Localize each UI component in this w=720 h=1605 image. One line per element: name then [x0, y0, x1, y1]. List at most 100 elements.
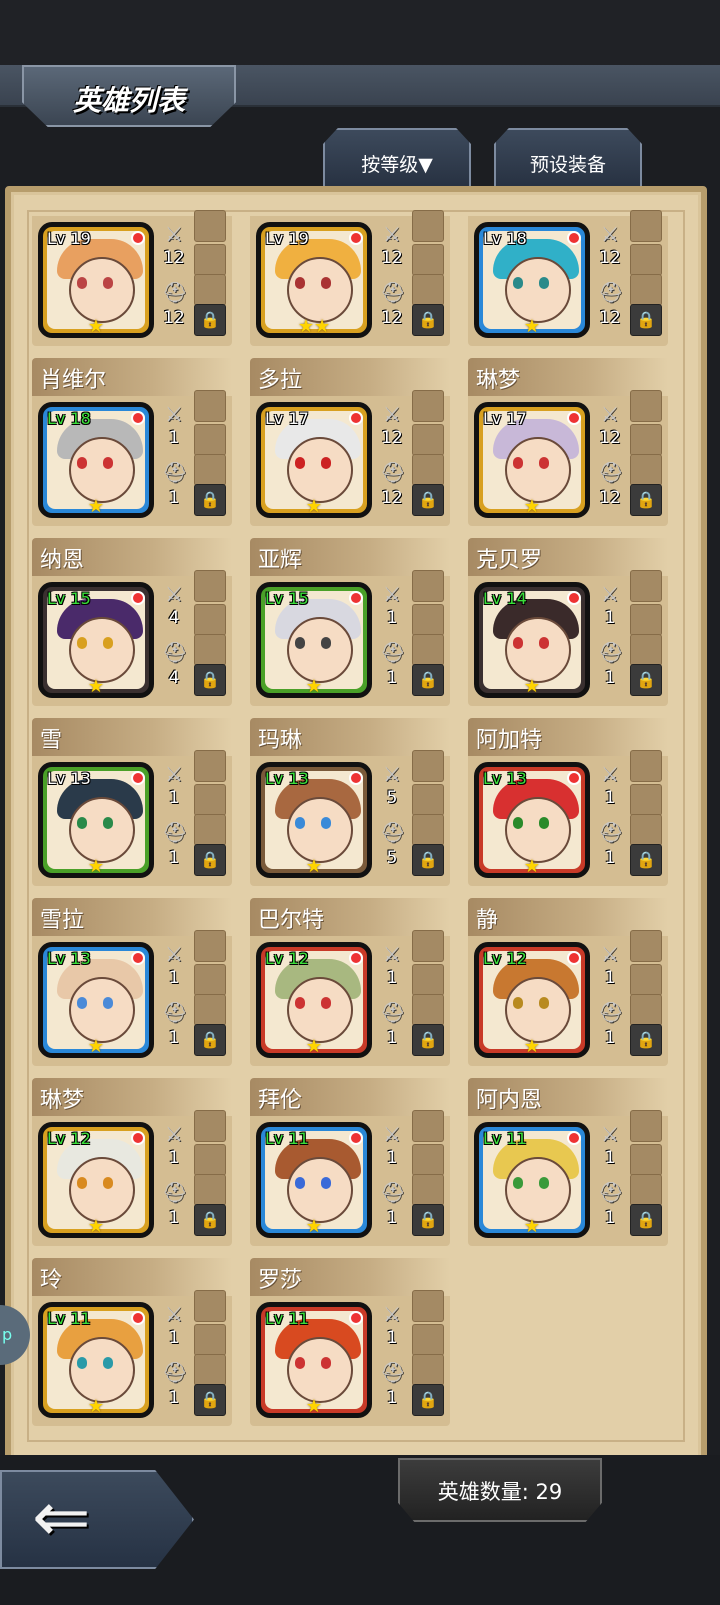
lock-icon[interactable]: 🔒 [412, 1024, 444, 1056]
hero-card[interactable]: 阿内恩 Lv 11 ★ ⚔ 1 ⛑ 1 🔒 [468, 1078, 668, 1248]
hero-portrait[interactable]: Lv 19 ★ [38, 222, 154, 338]
hero-portrait[interactable]: Lv 13 ★ [38, 942, 154, 1058]
equipment-slot[interactable] [412, 784, 444, 816]
equipment-slot[interactable] [194, 390, 226, 422]
back-button[interactable]: ⇐ [0, 1470, 194, 1569]
equipment-slot[interactable] [194, 994, 226, 1026]
equipment-slot[interactable] [194, 1174, 226, 1206]
hero-card[interactable]: 纳恩 Lv 15 ★ ⚔ 4 ⛑ 4 🔒 [32, 538, 232, 708]
hero-card[interactable]: 雪拉 Lv 13 ★ ⚔ 1 ⛑ 1 🔒 [32, 898, 232, 1068]
hero-portrait[interactable]: Lv 15 ★ [256, 582, 372, 698]
hero-card[interactable]: 克贝罗 Lv 14 ★ ⚔ 1 ⛑ 1 🔒 [468, 538, 668, 708]
equipment-slot[interactable] [194, 1290, 226, 1322]
equipment-slot[interactable] [194, 604, 226, 636]
lock-icon[interactable]: 🔒 [194, 1384, 226, 1416]
equipment-slot[interactable] [194, 750, 226, 782]
hero-portrait[interactable]: Lv 18 ★ [474, 222, 590, 338]
equipment-slot[interactable] [412, 814, 444, 846]
lock-icon[interactable]: 🔒 [412, 484, 444, 516]
equipment-slot[interactable] [194, 1354, 226, 1386]
equipment-slot[interactable] [194, 634, 226, 666]
hero-portrait[interactable]: Lv 11 ★ [38, 1302, 154, 1418]
lock-icon[interactable]: 🔒 [630, 844, 662, 876]
lock-icon[interactable]: 🔒 [630, 664, 662, 696]
hero-card[interactable]: 琳梦 Lv 12 ★ ⚔ 1 ⛑ 1 🔒 [32, 1078, 232, 1248]
equipment-slot[interactable] [412, 570, 444, 602]
hero-portrait[interactable]: Lv 11 ★ [256, 1122, 372, 1238]
equipment-slot[interactable] [194, 424, 226, 456]
equipment-slot[interactable] [630, 784, 662, 816]
hero-portrait[interactable]: Lv 17 ★ [256, 402, 372, 518]
equipment-slot[interactable] [194, 244, 226, 276]
hero-portrait[interactable]: Lv 11 ★ [256, 1302, 372, 1418]
equipment-slot[interactable] [412, 1174, 444, 1206]
equipment-slot[interactable] [194, 964, 226, 996]
hero-card[interactable]: 肖维尔 Lv 18 ★ ⚔ 1 ⛑ 1 🔒 [32, 358, 232, 528]
hero-card[interactable]: 巴尔特 Lv 12 ★ ⚔ 1 ⛑ 1 🔒 [250, 898, 450, 1068]
lock-icon[interactable]: 🔒 [630, 1204, 662, 1236]
equipment-slot[interactable] [412, 604, 444, 636]
lock-icon[interactable]: 🔒 [630, 1024, 662, 1056]
hero-portrait[interactable]: Lv 12 ★ [38, 1122, 154, 1238]
equipment-slot[interactable] [194, 1110, 226, 1142]
equipment-slot[interactable] [412, 424, 444, 456]
lock-icon[interactable]: 🔒 [412, 1204, 444, 1236]
equipment-slot[interactable] [412, 634, 444, 666]
hero-card[interactable]: Lv 19 ★★ ⚔ 12 ⛑ 12 🔒 [250, 178, 450, 348]
equipment-slot[interactable] [630, 994, 662, 1026]
lock-icon[interactable]: 🔒 [194, 304, 226, 336]
lock-icon[interactable]: 🔒 [412, 664, 444, 696]
equipment-slot[interactable] [412, 454, 444, 486]
hero-portrait[interactable]: Lv 13 ★ [256, 762, 372, 878]
hero-card[interactable]: 琳梦 Lv 17 ★ ⚔ 12 ⛑ 12 🔒 [468, 358, 668, 528]
equipment-slot[interactable] [194, 210, 226, 242]
hero-portrait[interactable]: Lv 14 ★ [474, 582, 590, 698]
hero-portrait[interactable]: Lv 17 ★ [474, 402, 590, 518]
hero-card[interactable]: 多拉 Lv 17 ★ ⚔ 12 ⛑ 12 🔒 [250, 358, 450, 528]
equipment-slot[interactable] [412, 244, 444, 276]
equipment-slot[interactable] [194, 454, 226, 486]
equipment-slot[interactable] [194, 814, 226, 846]
equipment-slot[interactable] [630, 604, 662, 636]
equipment-slot[interactable] [194, 784, 226, 816]
equipment-slot[interactable] [412, 1324, 444, 1356]
hero-card[interactable]: 静 Lv 12 ★ ⚔ 1 ⛑ 1 🔒 [468, 898, 668, 1068]
hero-portrait[interactable]: Lv 12 ★ [256, 942, 372, 1058]
hero-portrait[interactable]: Lv 12 ★ [474, 942, 590, 1058]
hero-portrait[interactable]: Lv 19 ★★ [256, 222, 372, 338]
equipment-slot[interactable] [412, 964, 444, 996]
hero-card[interactable]: 拜伦 Lv 11 ★ ⚔ 1 ⛑ 1 🔒 [250, 1078, 450, 1248]
equipment-slot[interactable] [412, 1110, 444, 1142]
lock-icon[interactable]: 🔒 [630, 304, 662, 336]
equipment-slot[interactable] [412, 994, 444, 1026]
equipment-slot[interactable] [412, 274, 444, 306]
equipment-slot[interactable] [412, 1290, 444, 1322]
equipment-slot[interactable] [412, 1144, 444, 1176]
equipment-slot[interactable] [194, 274, 226, 306]
equipment-slot[interactable] [630, 1144, 662, 1176]
lock-icon[interactable]: 🔒 [194, 1204, 226, 1236]
lock-icon[interactable]: 🔒 [194, 484, 226, 516]
equipment-slot[interactable] [630, 210, 662, 242]
equipment-slot[interactable] [630, 274, 662, 306]
equipment-slot[interactable] [630, 1174, 662, 1206]
hero-card[interactable]: 阿加特 Lv 13 ★ ⚔ 1 ⛑ 1 🔒 [468, 718, 668, 888]
equipment-slot[interactable] [194, 930, 226, 962]
equipment-slot[interactable] [630, 570, 662, 602]
hero-card[interactable]: 雪 Lv 13 ★ ⚔ 1 ⛑ 1 🔒 [32, 718, 232, 888]
equipment-slot[interactable] [630, 634, 662, 666]
hero-card[interactable]: 玛琳 Lv 13 ★ ⚔ 5 ⛑ 5 🔒 [250, 718, 450, 888]
hero-card[interactable]: 玲 Lv 11 ★ ⚔ 1 ⛑ 1 🔒 [32, 1258, 232, 1428]
equipment-slot[interactable] [412, 210, 444, 242]
hero-card[interactable]: 罗莎 Lv 11 ★ ⚔ 1 ⛑ 1 🔒 [250, 1258, 450, 1428]
hero-card[interactable]: Lv 19 ★ ⚔ 12 ⛑ 12 🔒 [32, 178, 232, 348]
lock-icon[interactable]: 🔒 [412, 304, 444, 336]
lock-icon[interactable]: 🔒 [412, 1384, 444, 1416]
hero-portrait[interactable]: Lv 11 ★ [474, 1122, 590, 1238]
equipment-slot[interactable] [194, 1144, 226, 1176]
equipment-slot[interactable] [194, 570, 226, 602]
hero-portrait[interactable]: Lv 13 ★ [38, 762, 154, 878]
equipment-slot[interactable] [194, 1324, 226, 1356]
equipment-slot[interactable] [630, 750, 662, 782]
equipment-slot[interactable] [412, 930, 444, 962]
